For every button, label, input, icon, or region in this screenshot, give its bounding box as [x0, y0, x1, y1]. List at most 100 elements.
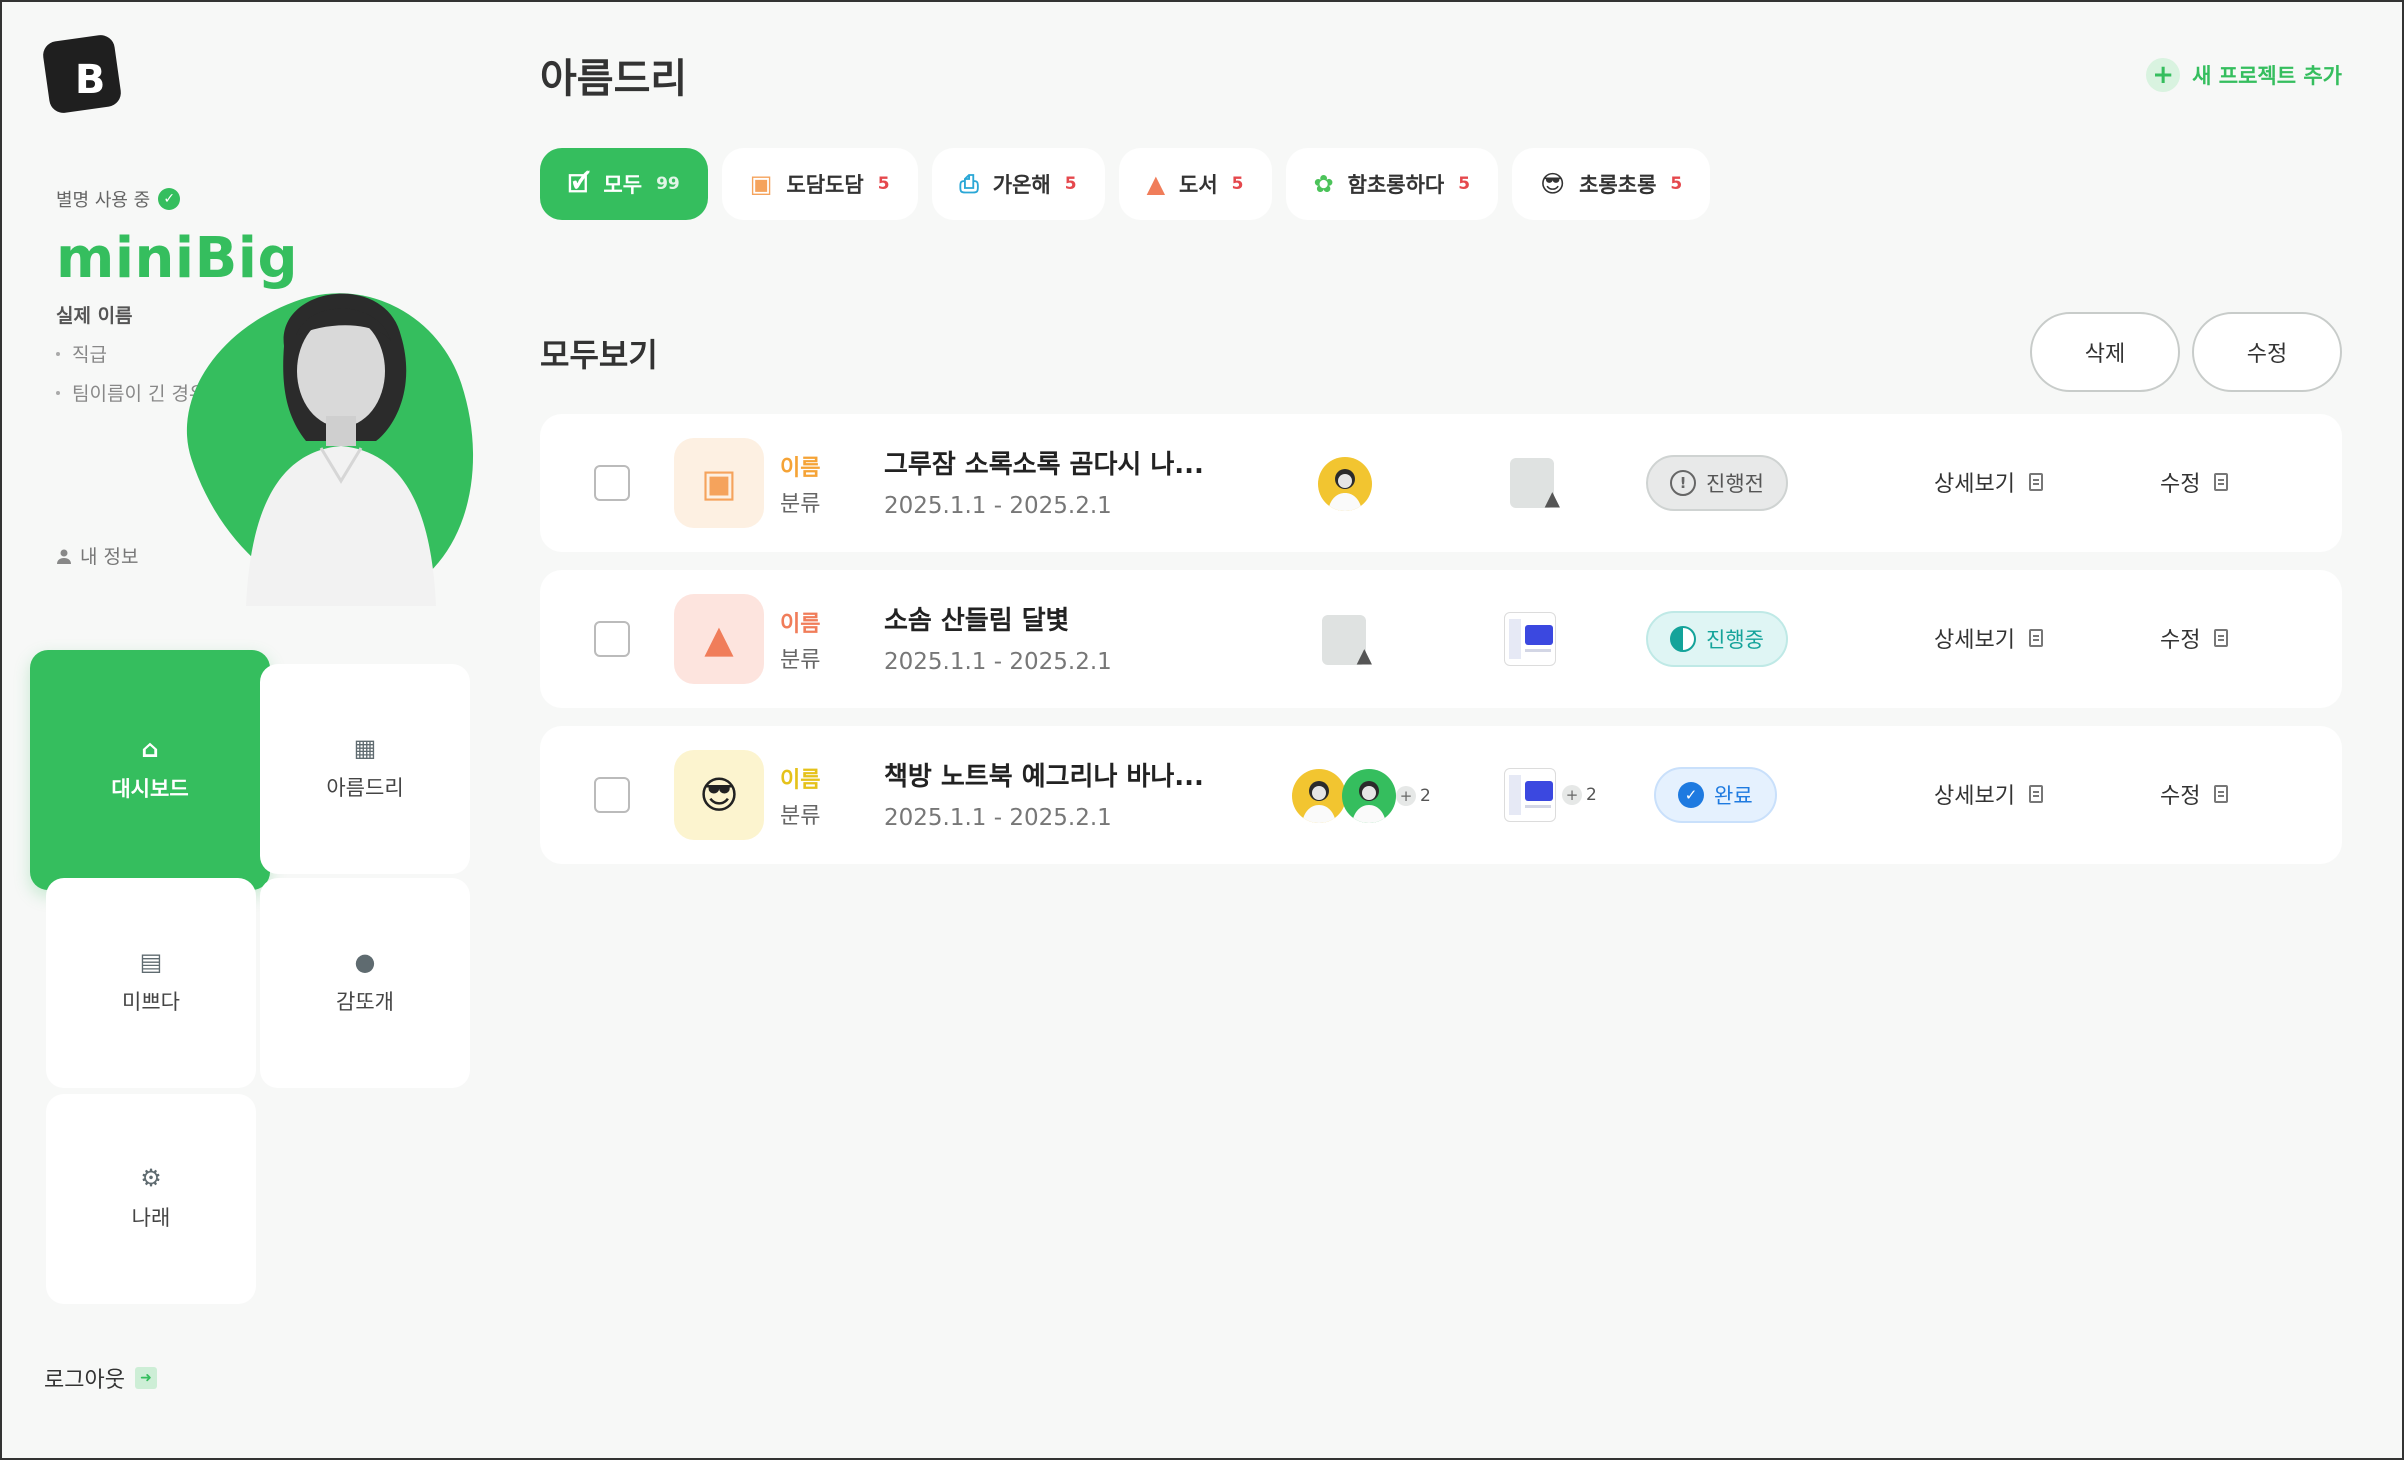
- person-icon: [57, 549, 71, 564]
- row-members[interactable]: [1318, 456, 1372, 512]
- check-icon: ✓: [158, 188, 181, 210]
- nav-narae-label: 나래: [131, 1206, 171, 1230]
- person-missing-icon: ▲: [1318, 613, 1372, 667]
- avatar: [1342, 769, 1396, 823]
- my-info-link[interactable]: 내 정보: [56, 542, 138, 569]
- more-files[interactable]: + 2: [1562, 785, 1597, 805]
- detail-link[interactable]: 상세보기: [1934, 622, 2043, 654]
- check-icon: ✓: [1678, 782, 1704, 808]
- document-icon: [2214, 629, 2229, 647]
- status-label: 완료: [1714, 784, 1753, 808]
- gear-icon: ⚙: [140, 1164, 162, 1192]
- nav-dashboard[interactable]: ⌂ 대시보드: [30, 650, 270, 890]
- row-edit-link[interactable]: 수정: [2160, 778, 2229, 810]
- app-logo[interactable]: B: [41, 33, 123, 115]
- nav-gamttogae-label: 감또개: [336, 990, 394, 1014]
- row-checkbox[interactable]: [594, 465, 630, 501]
- detail-label: 상세보기: [1934, 628, 2015, 653]
- shapes-icon: ▲: [674, 594, 764, 684]
- nickname-status: 별명 사용 중 ✓: [56, 186, 496, 212]
- grid-plus-icon: ▦: [353, 734, 377, 762]
- exclamation-icon: !: [1670, 470, 1696, 496]
- filter-all[interactable]: 🗹 모두 99: [540, 148, 708, 220]
- filter-label: 도담도담: [786, 173, 864, 197]
- row-edit-label: 수정: [2160, 628, 2201, 653]
- nav-gamttogae[interactable]: ● 감또개: [260, 878, 470, 1088]
- edit-button[interactable]: 수정: [2192, 312, 2342, 392]
- logout-button[interactable]: 로그아웃 ➜: [44, 1362, 157, 1394]
- row-category: 분류: [780, 648, 821, 673]
- row-meta: 이름 분류: [780, 450, 820, 518]
- presentation-icon: ▣: [749, 170, 773, 198]
- row-meta: 이름 분류: [780, 762, 820, 830]
- presentation-icon: ▣: [674, 438, 764, 528]
- category-filter-bar: 🗹 모두 99 ▣ 도담도담 5 ⎙ 가온해 5 ▲ 도서 5 ✿ 함초롱하다 …: [540, 148, 1711, 220]
- shapes-icon: ▲: [1146, 170, 1166, 198]
- row-name: 이름: [780, 768, 821, 793]
- nav-narae[interactable]: ⚙ 나래: [46, 1094, 256, 1304]
- filter-label: 초롱초롱: [1579, 173, 1657, 197]
- row-attachments[interactable]: [1504, 612, 1556, 666]
- delete-button[interactable]: 삭제: [2030, 312, 2180, 392]
- filter-label: 도서: [1179, 173, 1218, 197]
- sunglasses-emoji-icon: 😎: [1540, 170, 1566, 198]
- row-date: 2025.1.1 - 2025.2.1: [884, 805, 1112, 831]
- status-badge: ! 진행전: [1646, 455, 1788, 511]
- project-row: ▲ 이름 분류 소솜 산들림 달볓 2025.1.1 - 2025.2.1 ▲ …: [540, 570, 2342, 708]
- row-attachments[interactable]: ▲: [1506, 456, 1560, 510]
- plus-icon: +: [1562, 785, 1582, 805]
- nickname-status-label: 별명 사용 중: [56, 190, 151, 211]
- filter-dodamdodam[interactable]: ▣ 도담도담 5: [721, 148, 918, 220]
- row-category: 분류: [780, 492, 821, 517]
- more-members[interactable]: + 2: [1396, 786, 1431, 806]
- detail-label: 상세보기: [1934, 472, 2015, 497]
- nav-areumdeuri-label: 아름드리: [326, 776, 404, 800]
- document-icon: [2028, 473, 2043, 491]
- row-meta: 이름 분류: [780, 606, 820, 674]
- document-icon: [2214, 473, 2229, 491]
- filter-count: 5: [1458, 174, 1471, 194]
- row-date: 2025.1.1 - 2025.2.1: [884, 493, 1112, 519]
- profile-card: 별명 사용 중 ✓ miniBig 실제 이름 직급 팀이름이 긴 경우 내 정…: [56, 186, 518, 642]
- new-project-button[interactable]: + 새 프로젝트 추가: [2146, 58, 2342, 92]
- detail-link[interactable]: 상세보기: [1934, 466, 2043, 498]
- row-title: 책방 노트북 예그리나 바나...: [884, 762, 1204, 792]
- document-icon: [2214, 785, 2229, 803]
- filter-chorongchorong[interactable]: 😎 초롱초롱 5: [1512, 148, 1711, 220]
- row-edit-label: 수정: [2160, 472, 2201, 497]
- filter-count: 5: [877, 174, 890, 194]
- row-members[interactable]: ▲: [1318, 612, 1372, 668]
- filter-hamchoronghada[interactable]: ✿ 함초롱하다 5: [1285, 148, 1499, 220]
- nav-dashboard-label: 대시보드: [111, 777, 189, 801]
- detail-link[interactable]: 상세보기: [1934, 778, 2043, 810]
- status-badge: ✓ 완료: [1654, 767, 1777, 823]
- row-title: 그루잠 소록소록 곰다시 나...: [884, 450, 1204, 480]
- row-checkbox[interactable]: [594, 621, 630, 657]
- row-title-block[interactable]: 소솜 산들림 달볓 2025.1.1 - 2025.2.1: [884, 600, 1112, 675]
- logout-label: 로그아웃: [44, 1368, 125, 1393]
- row-category: 분류: [780, 804, 821, 829]
- home-icon: ⌂: [141, 735, 159, 763]
- filter-gaonhae[interactable]: ⎙ 가온해 5: [931, 148, 1105, 220]
- row-members[interactable]: + 2: [1292, 768, 1431, 824]
- row-edit-link[interactable]: 수정: [2160, 466, 2229, 498]
- nav-areumdeuri[interactable]: ▦ 아름드리: [260, 664, 470, 874]
- row-attachments[interactable]: + 2: [1504, 768, 1597, 822]
- row-title-block[interactable]: 책방 노트북 예그리나 바나... 2025.1.1 - 2025.2.1: [884, 756, 1204, 831]
- filter-label: 가온해: [992, 173, 1051, 197]
- detail-label: 상세보기: [1934, 784, 2015, 809]
- filter-doseo[interactable]: ▲ 도서 5: [1118, 148, 1272, 220]
- row-edit-link[interactable]: 수정: [2160, 622, 2229, 654]
- section-title: 모두보기: [540, 336, 658, 374]
- document-icon: [2028, 785, 2043, 803]
- row-name: 이름: [780, 456, 821, 481]
- profile-avatar: [154, 260, 518, 642]
- row-title-block[interactable]: 그루잠 소록소록 곰다시 나... 2025.1.1 - 2025.2.1: [884, 444, 1204, 519]
- filter-label: 모두: [603, 173, 643, 197]
- plus-icon: +: [2146, 58, 2181, 92]
- nav-mippeuda[interactable]: ▤ 미쁘다: [46, 878, 256, 1088]
- row-checkbox[interactable]: [594, 777, 630, 813]
- flower-icon: ✿: [1313, 170, 1334, 198]
- logout-icon: ➜: [134, 1367, 157, 1389]
- person-icon: ●: [354, 948, 376, 976]
